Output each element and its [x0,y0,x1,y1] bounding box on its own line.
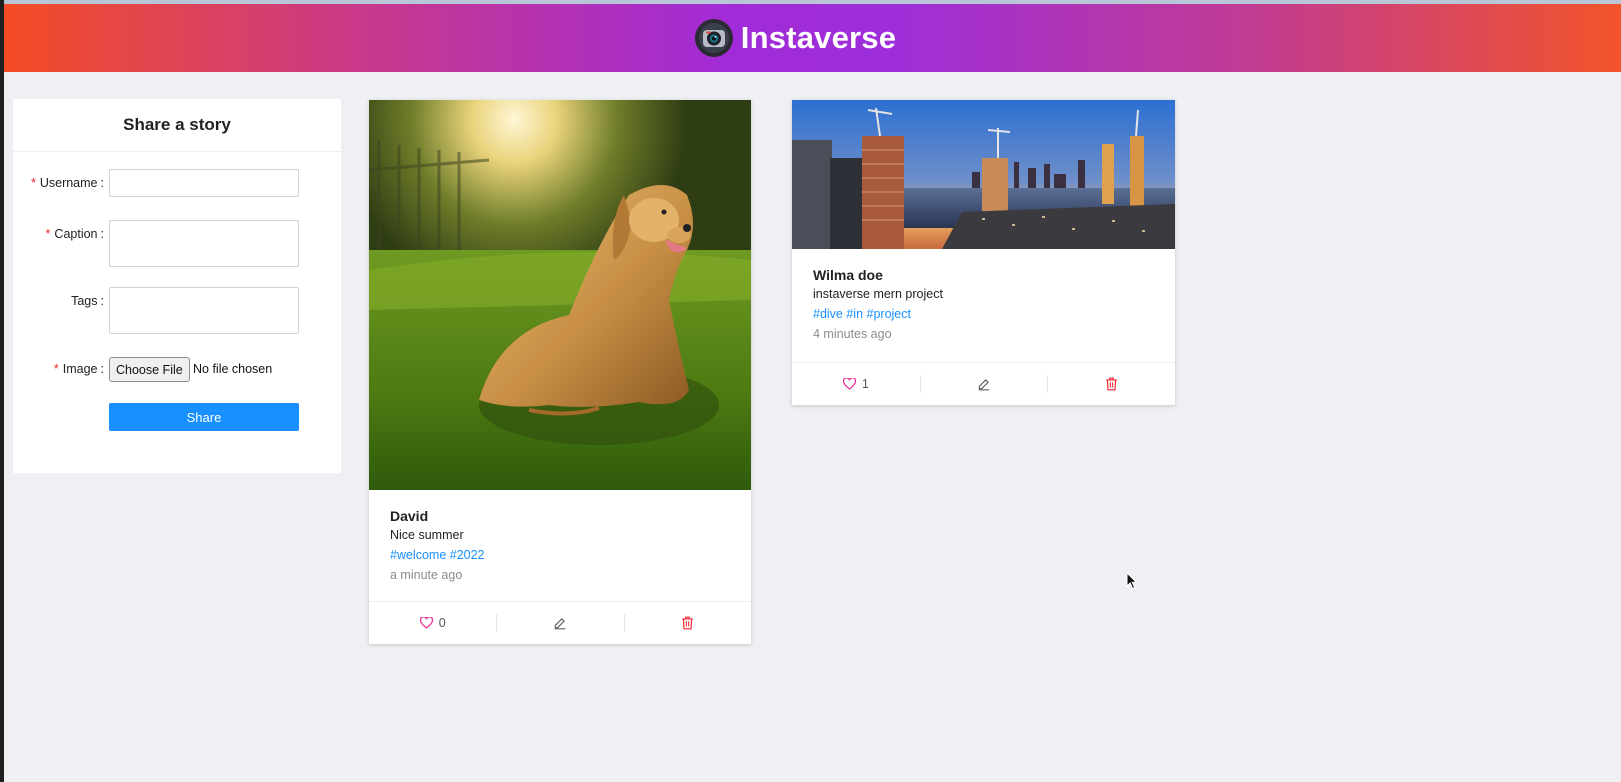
edit-button[interactable] [919,363,1048,405]
brand: Instaverse [694,19,897,57]
mouse-cursor-icon [1126,572,1138,590]
like-button[interactable]: 0 [369,602,496,644]
post-tags[interactable]: #dive #in #project [813,307,943,321]
trash-icon [682,616,693,630]
post-tags[interactable]: #welcome #2022 [390,548,485,562]
choose-file-button[interactable]: Choose File [109,357,190,382]
edit-button[interactable] [496,602,623,644]
form-title: Share a story [13,99,341,152]
like-count: 0 [438,616,446,630]
camera-lens-icon [694,19,733,57]
post-body: Wilma doe instaverse mern project #dive … [813,267,943,341]
file-status: No file chosen [193,362,273,376]
app-header: Instaverse [4,4,1621,72]
username-label: * Username: [30,176,104,190]
delete-button[interactable] [623,602,751,644]
post-body: David Nice summer #welcome #2022 a minut… [390,508,485,582]
app-title: Instaverse [740,20,897,55]
post-author: Wilma doe [813,267,883,283]
heart-icon [842,378,856,390]
tags-label: Tags: [71,294,104,308]
post-timestamp: a minute ago [390,568,463,582]
image-label: * Image: [53,362,104,376]
pencil-icon [978,379,989,391]
post-card: David Nice summer #welcome #2022 a minut… [369,100,751,644]
required-mark: * [30,176,36,190]
share-story-form: Share a story * Username: * Caption: Tags:… [13,99,341,473]
post-card: Wilma doe instaverse mern project #dive … [792,100,1175,405]
like-count: 1 [861,377,869,391]
post-caption: Nice summer [390,528,464,542]
like-button[interactable]: 1 [792,363,920,405]
required-mark: * [53,362,59,376]
post-actions: 1 [792,362,1175,405]
required-mark: * [45,227,51,241]
caption-textarea[interactable] [109,220,299,267]
tags-textarea[interactable] [109,287,299,334]
post-image [369,100,751,490]
pencil-icon [554,618,566,630]
post-author: David [390,508,429,524]
trash-icon [1105,377,1117,391]
post-image [792,100,1175,249]
page: Instaverse Share a story * Username: * Cap… [4,0,1621,782]
post-actions: 0 [369,601,751,644]
delete-button[interactable] [1047,363,1175,405]
post-timestamp: 4 minutes ago [813,327,892,341]
post-caption: instaverse mern project [813,287,943,301]
heart-icon [419,617,433,629]
share-button[interactable]: Share [109,403,299,431]
username-input[interactable] [109,169,299,197]
caption-label: * Caption: [45,227,104,241]
